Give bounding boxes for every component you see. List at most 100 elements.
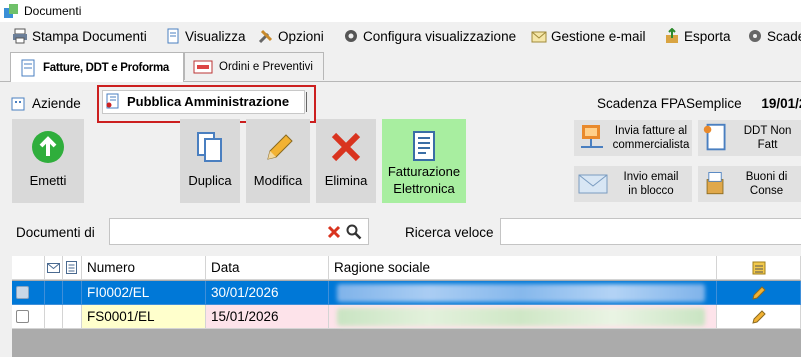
subtab-label: Aziende: [32, 95, 81, 111]
gear-icon: [345, 30, 357, 42]
menu-gestione-email[interactable]: Gestione e-mail: [531, 28, 646, 44]
menu-opzioni[interactable]: Opzioni: [258, 28, 324, 44]
menu-bar: Stampa Documenti Visualizza Opzioni Conf…: [0, 23, 801, 49]
table-row[interactable]: FI0002/EL 30/01/2026: [12, 281, 801, 305]
header-numero[interactable]: Numero: [82, 256, 206, 280]
tab-label: Fatture, DDT e Proforma: [43, 61, 170, 74]
row-checkbox[interactable]: [16, 310, 29, 323]
pencil-icon: [267, 134, 293, 160]
deadline-label: Scadenza FPASemplice: [597, 96, 742, 111]
table-row[interactable]: FS0001/EL 15/01/2026: [12, 305, 801, 329]
row-checkbox[interactable]: [16, 286, 29, 299]
window-title: Documenti: [24, 4, 82, 18]
button-label: Buoni di Conse: [745, 171, 788, 197]
label-line1: Invio email: [623, 171, 679, 183]
modifica-button[interactable]: Modifica: [246, 119, 310, 203]
deadline-info: Scadenza FPASemplice 19/01/2: [597, 96, 801, 111]
highlight-box: [97, 85, 316, 123]
button-label: Elimina: [324, 173, 368, 188]
ricerca-veloce-input[interactable]: [500, 218, 801, 245]
row-checkbox-cell[interactable]: [12, 305, 45, 329]
ddt-document-icon: [703, 123, 726, 151]
add-icon: [32, 131, 64, 163]
menu-label: Gestione e-mail: [551, 28, 646, 44]
header-email: [45, 256, 63, 280]
redacted-text: [337, 284, 705, 302]
search-icon[interactable]: [346, 224, 362, 240]
button-label-line2: Elettronica: [393, 181, 455, 196]
buoni-consegna-button[interactable]: Buoni di Conse: [698, 166, 801, 202]
button-label: Modifica: [253, 173, 303, 188]
header-document: [63, 256, 82, 280]
row-email-cell: [45, 305, 63, 329]
menu-esporta[interactable]: Esporta: [664, 28, 731, 44]
header-data[interactable]: Data: [206, 256, 329, 280]
row-edit-cell[interactable]: [717, 281, 801, 305]
duplicate-icon: [197, 132, 222, 162]
menu-label: Stampa Documenti: [32, 28, 147, 44]
button-label-line1: Fatturazione: [387, 164, 461, 179]
edit-icon[interactable]: [751, 309, 767, 325]
delivery-box-icon: [706, 172, 724, 195]
envelope-icon: [578, 174, 608, 194]
label-line2: in blocco: [628, 185, 674, 197]
clear-icon[interactable]: [327, 225, 341, 239]
menu-label: Configura visualizzazione: [363, 28, 517, 44]
email-icon: [531, 31, 547, 43]
header-ragione-sociale[interactable]: Ragione sociale: [329, 256, 717, 280]
documents-grid: Numero Data Ragione sociale FI0002/EL 30…: [12, 256, 801, 357]
row-checkbox-cell[interactable]: [12, 281, 45, 305]
ddt-non-fatturati-button[interactable]: DDT Non Fatt: [698, 120, 801, 156]
button-label: Invio email in blocco: [610, 170, 692, 198]
elimina-button[interactable]: Elimina: [316, 119, 376, 203]
label-line1: Invia fatture al: [614, 125, 688, 137]
header-actions: [717, 256, 801, 280]
tab-fatture-ddt-proforma[interactable]: Fatture, DDT e Proforma: [10, 52, 184, 82]
menu-visualizza[interactable]: Visualizza: [165, 28, 246, 44]
subtab-aziende[interactable]: Aziende: [10, 95, 81, 111]
row-doc-cell: [63, 305, 82, 329]
invoice-icon: [21, 59, 35, 76]
menu-label: Opzioni: [278, 28, 324, 44]
menu-configura-visualizzazione[interactable]: Configura visualizzazione: [343, 28, 516, 44]
settings-icon: [749, 30, 761, 42]
row-edit-cell[interactable]: [717, 305, 801, 329]
documenti-di-label: Documenti di: [16, 225, 95, 240]
invia-fatture-commercialista-button[interactable]: Invia fatture al commercialista: [574, 120, 692, 156]
deadline-date: 19/01/2: [761, 96, 801, 111]
list-edit-icon: [752, 261, 765, 274]
app-icon: [4, 4, 18, 18]
row-ragione-sociale: [329, 281, 717, 305]
order-icon: [193, 60, 213, 73]
printer-icon: [13, 28, 27, 44]
redacted-text: [337, 308, 705, 326]
delete-icon: [331, 132, 361, 162]
email-header-icon: [47, 262, 60, 273]
documenti-di-input[interactable]: [109, 218, 369, 245]
document-header-icon: [66, 261, 77, 274]
menu-label: Scade: [767, 28, 801, 44]
menu-scadenze[interactable]: Scade: [747, 28, 801, 44]
row-ragione-sociale: [329, 305, 717, 329]
building-icon: [11, 97, 25, 111]
tools-icon: [258, 29, 273, 44]
header-select: [12, 256, 45, 280]
document-icon: [167, 28, 179, 44]
row-numero: FI0002/EL: [82, 281, 206, 305]
tab-label: Ordini e Preventivi: [219, 60, 313, 73]
label-line2: commercialista: [612, 139, 690, 151]
tab-ordini-preventivi[interactable]: Ordini e Preventivi: [184, 52, 324, 80]
invio-email-blocco-button[interactable]: Invio email in blocco: [574, 166, 692, 202]
edit-icon[interactable]: [751, 285, 767, 301]
button-label: Invia fatture al commercialista: [610, 124, 692, 152]
emetti-button[interactable]: Emetti: [12, 119, 84, 203]
title-bar: Documenti: [0, 0, 801, 22]
button-label: DDT Non Fatt: [743, 125, 792, 151]
duplica-button[interactable]: Duplica: [180, 119, 240, 203]
fatturazione-elettronica-button[interactable]: Fatturazione Elettronica: [382, 119, 466, 203]
row-data: 30/01/2026: [206, 281, 329, 305]
network-share-icon: [581, 125, 603, 148]
menu-stampa-documenti[interactable]: Stampa Documenti: [12, 28, 147, 44]
row-data: 15/01/2026: [206, 305, 329, 329]
document-type-tabs: Fatture, DDT e Proforma Ordini e Prevent…: [0, 50, 801, 82]
